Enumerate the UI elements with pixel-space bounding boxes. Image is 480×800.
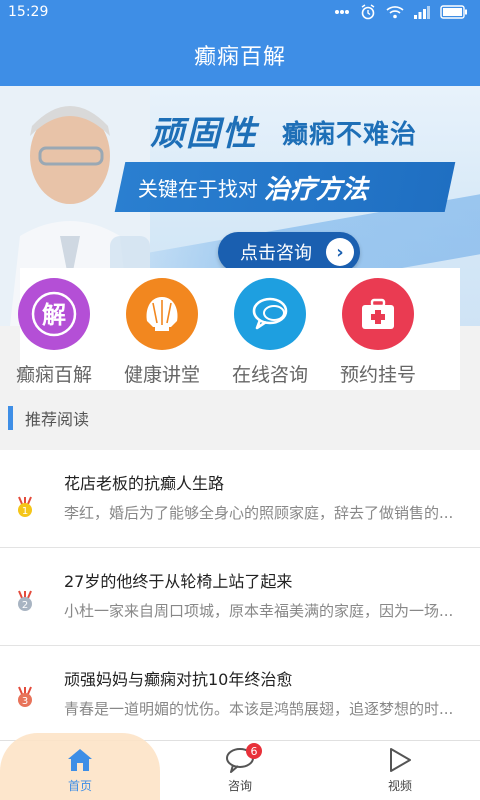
quick-menu-item-online-consult[interactable]: 在线咨询	[216, 268, 324, 390]
status-bar: 15:29	[0, 0, 480, 24]
list-item[interactable]: 1 花店老板的抗癫人生路 李红，婚后为了能够全身心的照顾家庭，辞去了做销售的..…	[0, 450, 480, 548]
play-icon	[390, 748, 411, 772]
nav-label: 咨询	[227, 779, 252, 793]
list-item[interactable]: 3 顽强妈妈与癫痫对抗10年终治愈 青春是一道明媚的忧伤。本该是鸿鹄展翅，追逐梦…	[0, 646, 480, 744]
wifi-icon	[386, 6, 404, 19]
battery-icon	[440, 5, 467, 19]
nav-label: 首页	[67, 779, 92, 793]
nav-item-consult[interactable]: 6 咨询	[160, 741, 320, 800]
consult-button-label: 点击咨询	[240, 243, 312, 264]
slogan-highlight: 治疗方法	[264, 174, 369, 205]
bottom-nav: 首页 6 咨询 视频	[0, 733, 480, 800]
slogan-text: 关键在于找对	[138, 176, 258, 201]
quick-menu-item-epilepsy-guide[interactable]: 解 癫痫百解	[0, 268, 108, 390]
quick-menu-label: 健康讲堂	[123, 364, 200, 386]
chat-bubble-icon	[234, 278, 306, 350]
rank-medal-icon: 3	[18, 686, 32, 707]
shell-icon	[126, 278, 198, 350]
article-title: 花店老板的抗癫人生路	[64, 474, 225, 493]
app-title-bar: 癫痫百解	[0, 24, 480, 86]
consult-button[interactable]: 点击咨询 ›	[218, 232, 360, 272]
list-item[interactable]: 2 27岁的他终于从轮椅上站了起来 小杜一家来自周口项城，原本幸福美满的家庭，因…	[0, 548, 480, 646]
banner-subheadline: 癫痫不难治	[282, 120, 418, 150]
nav-label: 视频	[387, 779, 412, 793]
first-aid-kit-icon	[342, 278, 414, 350]
banner-slogan: 关键在于找对 治疗方法	[114, 162, 456, 212]
article-title: 27岁的他终于从轮椅上站了起来	[64, 572, 293, 591]
status-icons	[334, 4, 468, 20]
home-icon	[68, 749, 92, 771]
rank-medal-icon: 2	[18, 590, 32, 611]
quick-menu-label: 癫痫百解	[15, 364, 92, 386]
quick-menu: 解 癫痫百解 健康讲堂 在线咨询 预约挂号	[0, 268, 480, 390]
nav-item-home[interactable]: 首页	[0, 741, 160, 800]
svg-text:解: 解	[42, 301, 66, 329]
quick-menu-label: 预约挂号	[339, 364, 416, 386]
section-title: 推荐阅读	[25, 410, 90, 429]
section-accent-bar	[8, 406, 13, 430]
unread-count-badge: 6	[246, 743, 262, 759]
article-list: 1 花店老板的抗癫人生路 李红，婚后为了能够全身心的照顾家庭，辞去了做销售的..…	[0, 450, 480, 740]
rank-number: 2	[22, 600, 28, 611]
rank-number: 1	[22, 506, 28, 517]
section-header: 推荐阅读	[0, 398, 480, 438]
quick-menu-label: 在线咨询	[231, 364, 308, 386]
rank-medal-icon: 1	[18, 496, 32, 517]
chevron-right-icon: ›	[326, 238, 354, 266]
article-title: 顽强妈妈与癫痫对抗10年终治愈	[64, 670, 293, 689]
signal-icon	[414, 6, 430, 19]
article-summary: 小杜一家来自周口项城，原本幸福美满的家庭，因为一场...	[64, 602, 454, 620]
status-time: 15:29	[8, 4, 49, 20]
article-summary: 李红，婚后为了能够全身心的照顾家庭，辞去了做销售的...	[64, 504, 454, 522]
nav-item-video[interactable]: 视频	[320, 741, 480, 800]
quick-menu-item-health-lecture[interactable]: 健康讲堂	[108, 268, 216, 390]
page-title: 癫痫百解	[193, 45, 286, 70]
jie-character-icon: 解	[18, 278, 90, 350]
alarm-icon	[361, 4, 375, 20]
dots-icon	[335, 10, 349, 14]
quick-menu-item-appointment[interactable]: 预约挂号	[324, 268, 432, 390]
banner-headline: 顽固性	[150, 114, 258, 154]
rank-number: 3	[22, 696, 28, 707]
